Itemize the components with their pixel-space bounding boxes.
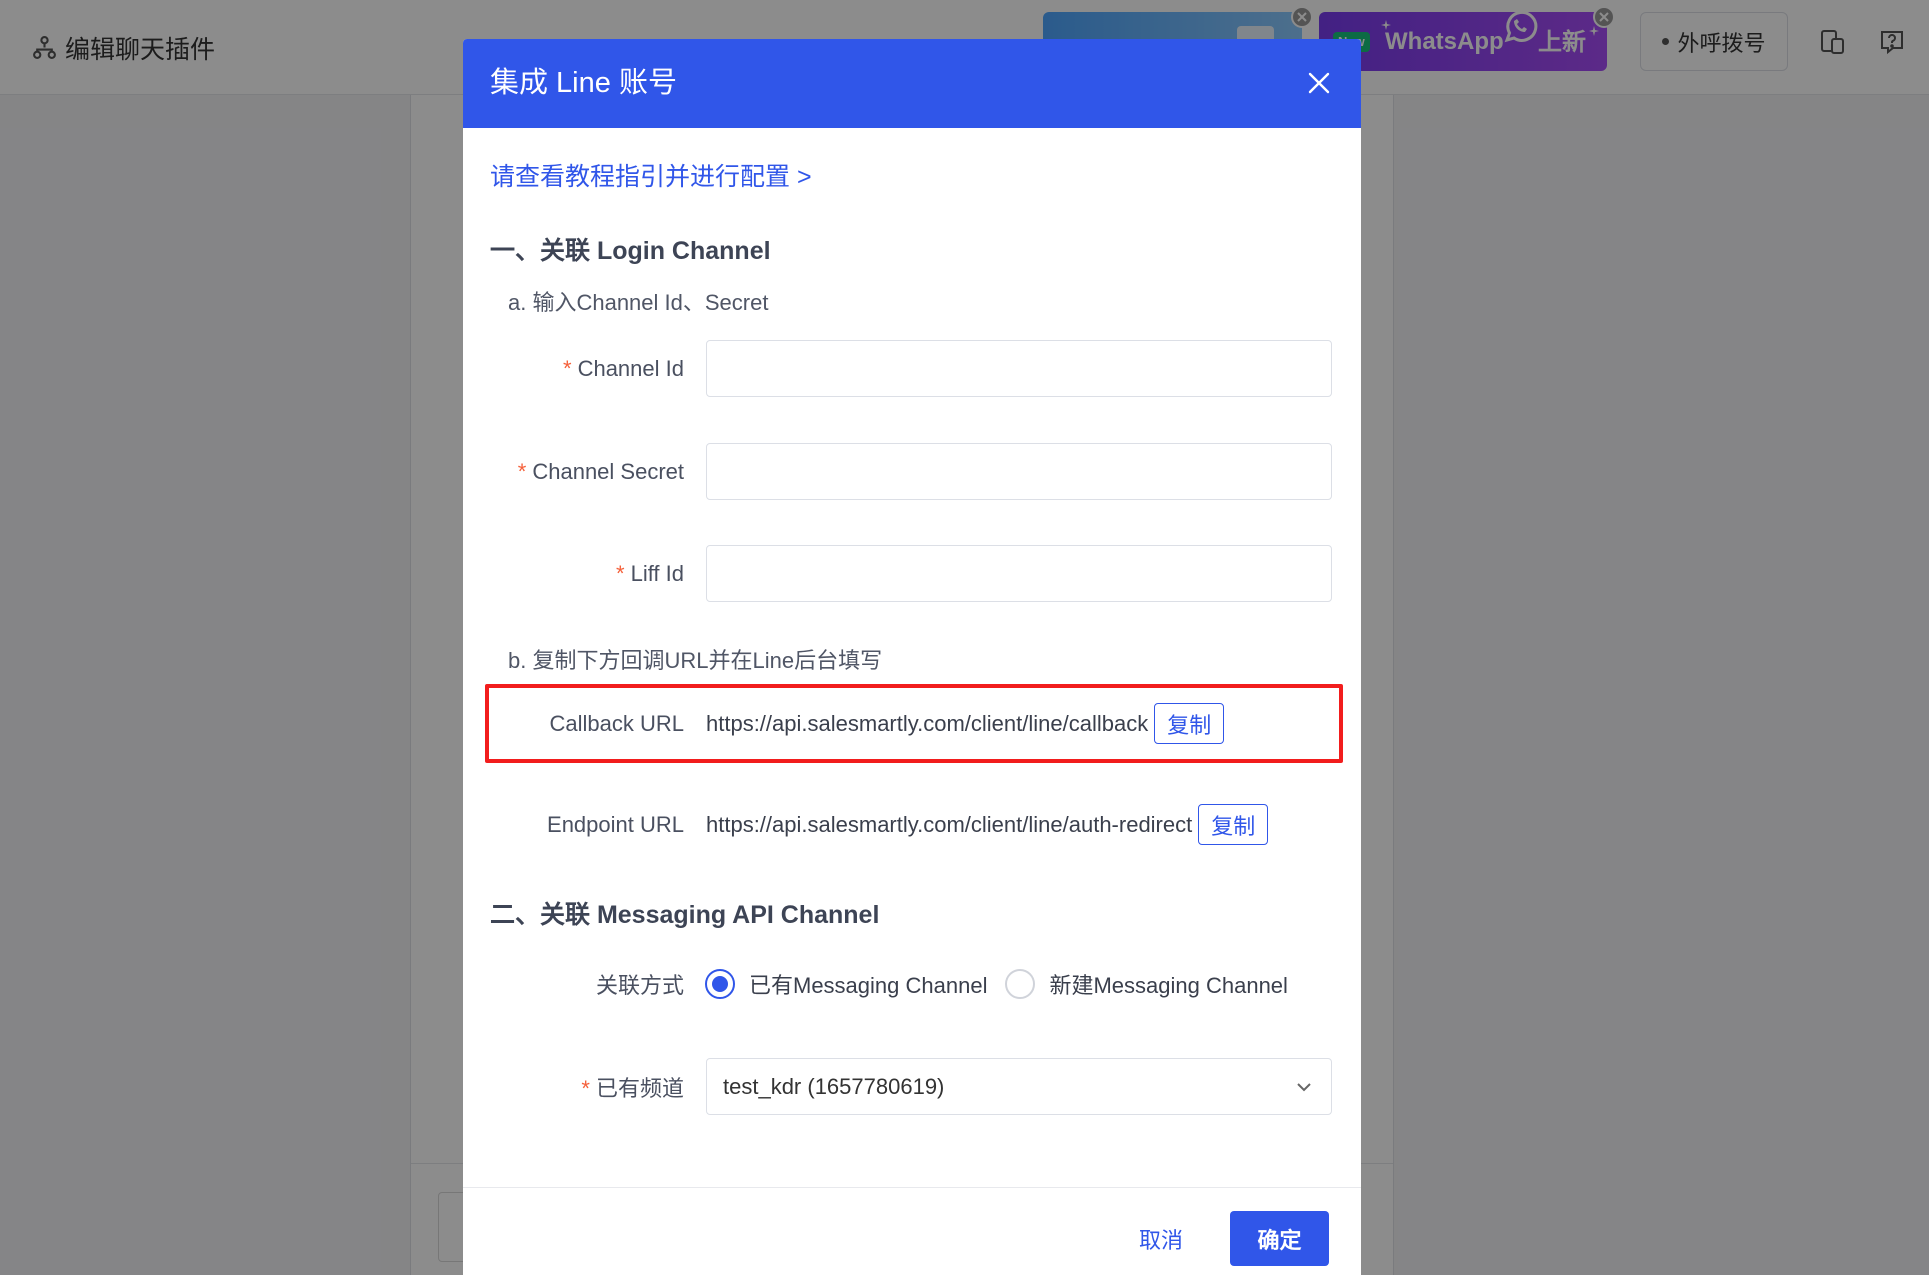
channel-id-label-text: Channel Id — [577, 355, 684, 381]
channel-secret-label-text: Channel Secret — [532, 458, 684, 484]
close-button[interactable] — [1304, 68, 1334, 98]
modal-footer-divider — [463, 1187, 1361, 1188]
section-heading-messaging: 二、关联 Messaging API Channel — [490, 901, 880, 929]
radio-existing-channel-label: 已有Messaging Channel — [749, 972, 988, 998]
form-row-liff-id: * Liff Id — [463, 545, 1361, 602]
callback-url-value: https://api.salesmartly.com/client/line/… — [706, 710, 1149, 736]
existing-channel-select[interactable]: test_kdr (1657780619) — [706, 1058, 1332, 1115]
required-mark: * — [563, 355, 572, 381]
form-row-channel-id: * Channel Id — [463, 340, 1361, 397]
link-method-row: 关联方式 已有Messaging Channel 新建Messaging Cha… — [463, 955, 1361, 1012]
form-row-channel-secret: * Channel Secret — [463, 443, 1361, 500]
radio-circle[interactable] — [705, 968, 735, 999]
required-mark: * — [581, 1075, 590, 1101]
liff-id-label-text: Liff Id — [630, 560, 684, 586]
modal-header: 集成 Line 账号 — [463, 39, 1361, 128]
radio-circle[interactable] — [1005, 968, 1036, 999]
radio-existing-channel[interactable]: 已有Messaging Channel — [705, 968, 987, 1000]
existing-channel-value: test_kdr (1657780619) — [723, 1073, 945, 1099]
existing-channel-label-text: 已有频道 — [595, 1075, 684, 1101]
required-mark: * — [517, 458, 527, 484]
close-icon — [1308, 72, 1330, 94]
cancel-button[interactable]: 取消 — [1131, 1211, 1191, 1266]
radio-new-channel[interactable]: 新建Messaging Channel — [1005, 968, 1288, 1000]
liff-id-label: * Liff Id — [463, 561, 684, 587]
radio-new-channel-label: 新建Messaging Channel — [1049, 972, 1288, 998]
existing-channel-row: * 已有频道 test_kdr (1657780619) — [463, 1058, 1361, 1115]
endpoint-url-row: Endpoint URL https://api.salesmartly.com… — [463, 796, 1361, 853]
existing-channel-label: * 已有频道 — [463, 1071, 684, 1103]
required-mark: * — [616, 560, 625, 586]
channel-secret-input[interactable] — [706, 443, 1332, 500]
channel-secret-label: * Channel Secret — [463, 459, 684, 485]
section-heading-login: 一、关联 Login Channel — [490, 237, 771, 265]
step-a-text: a. 输入Channel Id、Secret — [508, 290, 769, 315]
channel-id-input[interactable] — [706, 340, 1332, 397]
chevron-down-icon — [1297, 1082, 1311, 1091]
link-method-radio-group: 已有Messaging Channel 新建Messaging Channel — [705, 968, 1306, 1000]
copy-endpoint-url-button[interactable]: 复制 — [1198, 804, 1269, 845]
tutorial-link[interactable]: 请查看教程指引并进行配置 > — [490, 161, 812, 193]
liff-id-input[interactable] — [706, 545, 1332, 602]
link-method-label: 关联方式 — [595, 972, 684, 998]
endpoint-url-label: Endpoint URL — [547, 811, 684, 837]
copy-callback-url-button[interactable]: 复制 — [1154, 703, 1225, 744]
callback-url-row: Callback URL https://api.salesmartly.com… — [463, 695, 1361, 752]
modal-title: 集成 Line 账号 — [490, 67, 677, 99]
confirm-button[interactable]: 确定 — [1230, 1211, 1329, 1266]
endpoint-url-value: https://api.salesmartly.com/client/line/… — [706, 811, 1193, 837]
line-integration-modal: 集成 Line 账号 请查看教程指引并进行配置 > 一、关联 Login Cha… — [463, 39, 1361, 1275]
channel-id-label: * Channel Id — [463, 356, 684, 382]
callback-url-label: Callback URL — [549, 710, 685, 736]
step-b-text: b. 复制下方回调URL并在Line后台填写 — [508, 648, 883, 673]
